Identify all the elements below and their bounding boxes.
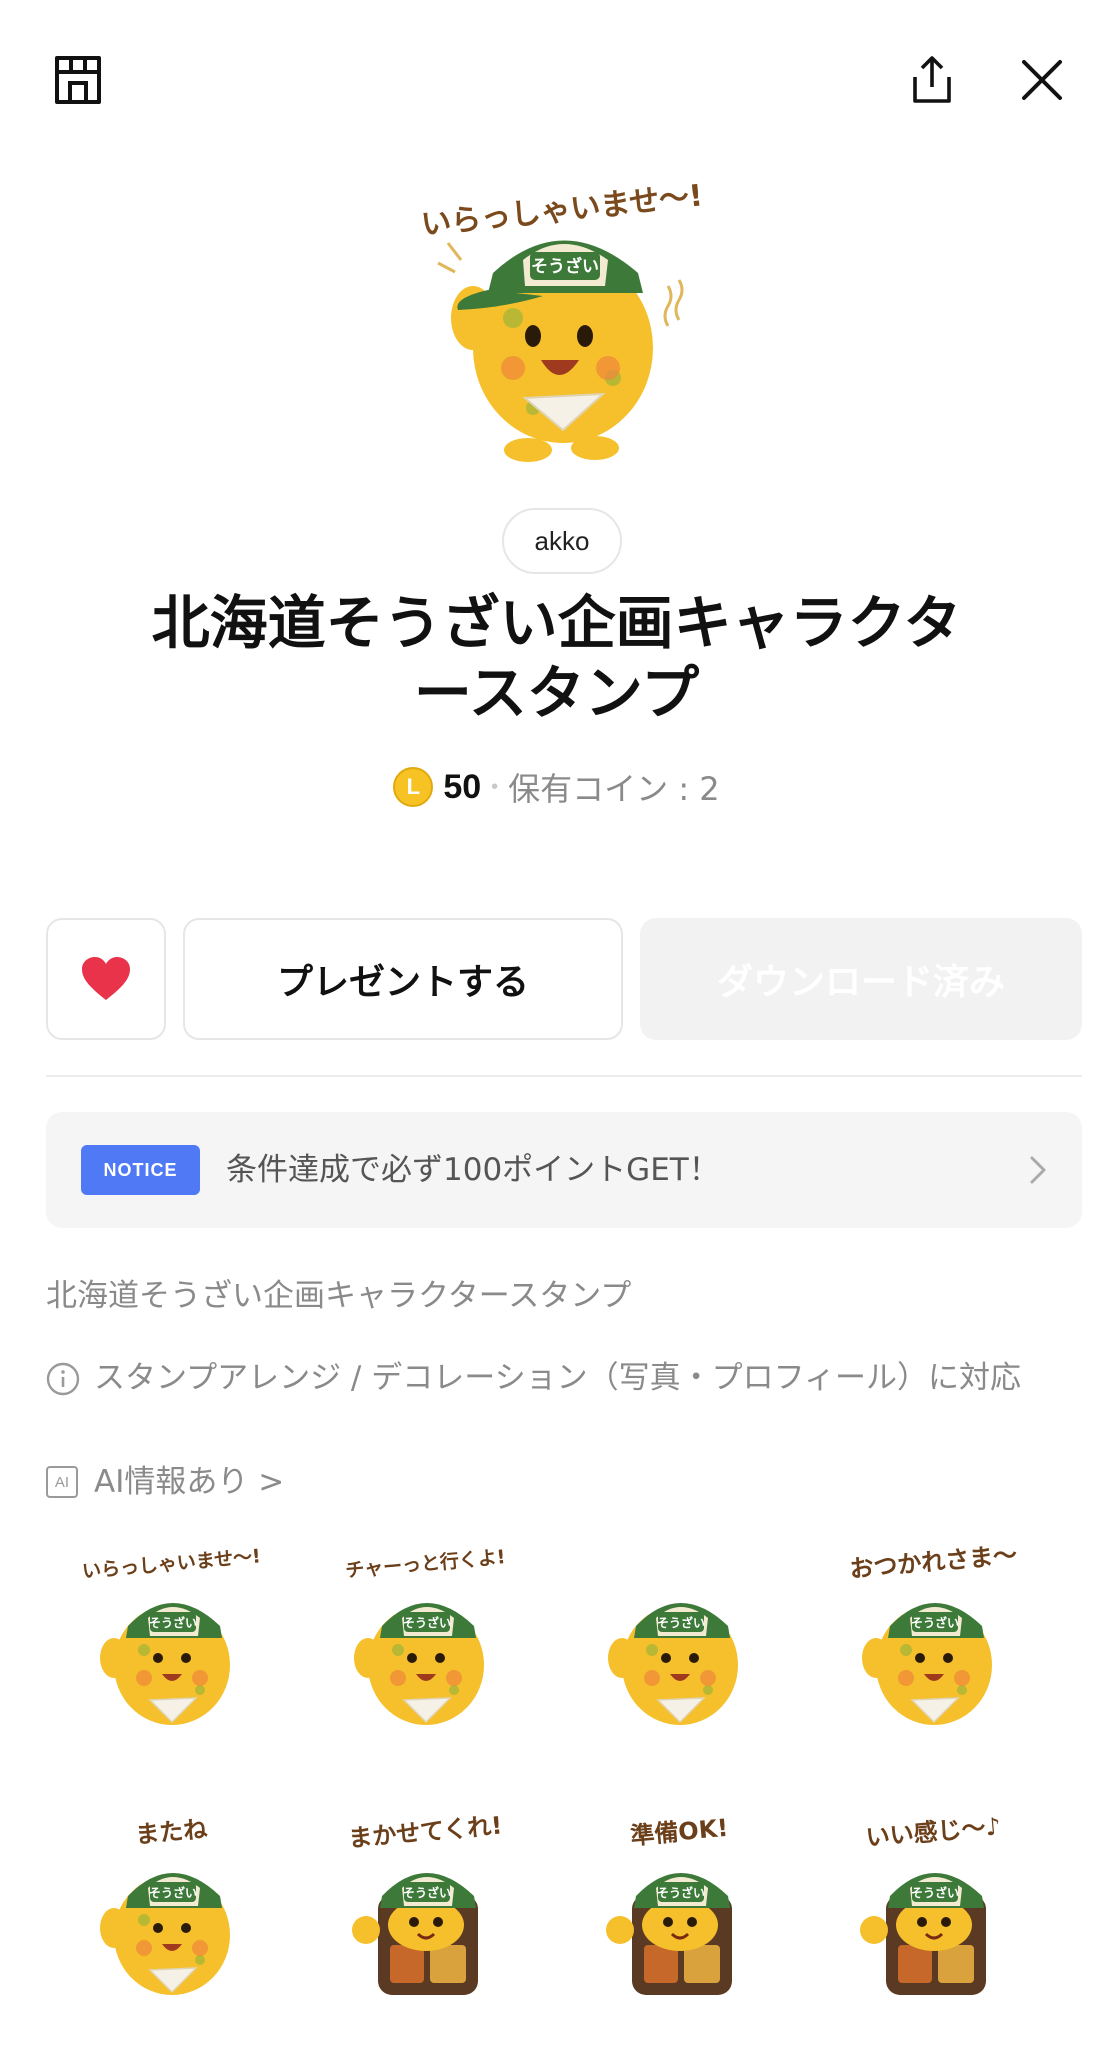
- sticker-item[interactable]: そうざい まかせてくれ!: [326, 1810, 526, 2010]
- sticker-art: そうざい: [608, 1603, 738, 1725]
- sticker-item[interactable]: そうざい いい感じ〜♪: [834, 1810, 1034, 2010]
- sticker-cap-label: そうざい: [403, 1615, 451, 1630]
- shop-icon[interactable]: [50, 52, 106, 108]
- sticker-caption: おつかれさま〜: [848, 1541, 1018, 1584]
- sticker-art: そうざいまたね: [100, 1815, 230, 1995]
- sticker-item[interactable]: そうざい またね: [72, 1810, 272, 2010]
- sticker-item[interactable]: そうざい 準備OK!: [580, 1810, 780, 2010]
- sticker-caption: いらっしゃいませ〜!: [81, 1545, 261, 1583]
- close-icon[interactable]: [1014, 52, 1070, 108]
- sticker-cap-label: そうざい: [911, 1885, 959, 1900]
- hero-sticker[interactable]: いらっしゃいませ〜! そうざい: [413, 168, 713, 468]
- coin-icon: L: [393, 767, 434, 807]
- sticker-cap-label: そうざい: [149, 1885, 197, 1900]
- description: 北海道そうざい企画キャラクタースタンプ: [46, 1278, 632, 1314]
- sticker-cap-label: そうざい: [657, 1885, 705, 1900]
- sticker-caption: またね: [134, 1815, 208, 1849]
- sticker-item[interactable]: そうざい いらっしゃいませ〜!: [72, 1540, 272, 1740]
- share-icon-glyph: [913, 56, 951, 103]
- page-title: 北海道そうざい企画キャラクタ ースタンプ: [60, 588, 1053, 728]
- sticker-item[interactable]: そうざい チャーっと行くよ!: [326, 1540, 526, 1740]
- share-icon[interactable]: [904, 52, 960, 108]
- sticker-cap-label: そうざい: [149, 1615, 197, 1630]
- hero-cap-label: そうざい: [531, 256, 599, 277]
- sticker-caption: まかせてくれ!: [347, 1811, 503, 1852]
- hero-caption: いらっしゃいませ〜!: [420, 178, 705, 242]
- sticker-item[interactable]: そうざい: [580, 1540, 780, 1740]
- chevron-right-icon: [1030, 1156, 1046, 1184]
- close-icon-glyph: [1022, 60, 1062, 100]
- sticker-art: そうざい まかせてくれ!: [347, 1811, 503, 1995]
- title-line-2: ースタンプ: [413, 659, 700, 727]
- sticker-caption: チャーっと行くよ!: [344, 1545, 506, 1582]
- present-button[interactable]: プレゼントする: [183, 918, 623, 1040]
- ai-info-text: AI情報あり >: [94, 1464, 285, 1500]
- sticker-cap-label: そうざい: [911, 1615, 959, 1630]
- sticker-art: そうざい おつかれさま〜: [848, 1541, 1018, 1725]
- sticker-art: そうざい チャーっと行くよ!: [344, 1545, 506, 1725]
- sticker-item[interactable]: そうざい おつかれさま〜: [834, 1540, 1034, 1740]
- owned-coins: 保有コイン : 2: [508, 770, 720, 808]
- sticker-art: そうざい いらっしゃいませ〜!: [81, 1545, 262, 1725]
- hero-sticker-art: いらっしゃいませ〜! そうざい: [420, 178, 705, 462]
- sticker-cap-label: そうざい: [657, 1615, 705, 1630]
- price-amount: 50: [443, 767, 482, 806]
- price-row: L 50 • 保有コイン : 2: [0, 762, 1113, 812]
- sticker-art: そうざい 準備OK!: [606, 1814, 732, 1995]
- title-line-1: 北海道そうざい企画キャラクタ: [151, 589, 962, 657]
- author-link[interactable]: akko: [502, 508, 622, 574]
- ai-icon: AI: [46, 1466, 78, 1498]
- sticker-art: そうざい いい感じ〜♪: [860, 1812, 1002, 1995]
- sticker-caption: いい感じ〜♪: [865, 1812, 1002, 1852]
- heart-icon: [82, 957, 130, 1000]
- croquette-character: そうざい: [451, 240, 653, 462]
- divider: [46, 1075, 1082, 1077]
- shop-icon-glyph: [55, 56, 101, 104]
- like-button[interactable]: [46, 918, 166, 1040]
- download-button[interactable]: ダウンロード済み: [640, 918, 1082, 1040]
- sticker-cap-label: そうざい: [403, 1885, 451, 1900]
- arrange-info-text: スタンプアレンジ / デコレーション（写真・プロフィール）に対応: [94, 1360, 1021, 1396]
- notice-text: 条件達成で必ず100ポイントGET！: [226, 1152, 720, 1188]
- sticker-caption: 準備OK!: [629, 1814, 729, 1850]
- notice-banner[interactable]: NOTICE 条件達成で必ず100ポイントGET！: [46, 1112, 1082, 1228]
- notice-badge: NOTICE: [81, 1145, 200, 1195]
- price-separator: •: [491, 775, 499, 798]
- info-icon: [46, 1362, 80, 1396]
